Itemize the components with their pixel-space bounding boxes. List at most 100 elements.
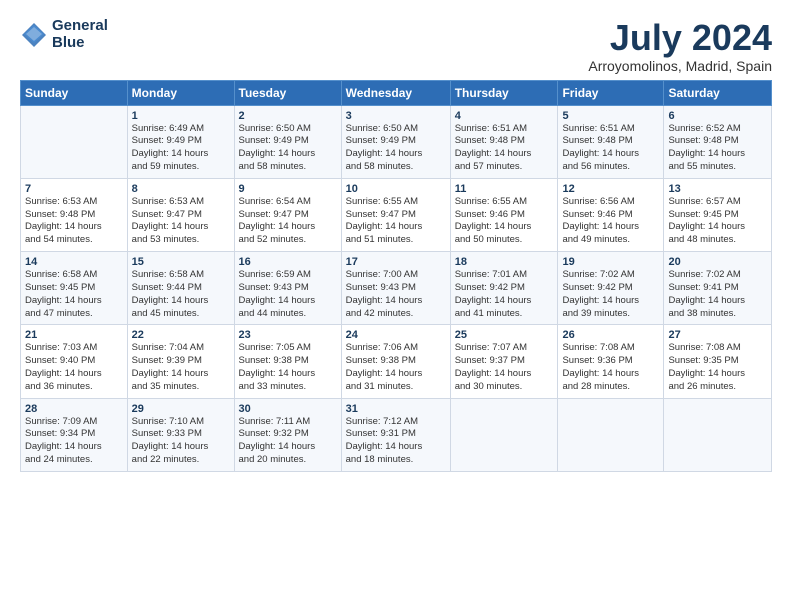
day-cell: 10Sunrise: 6:55 AM Sunset: 9:47 PM Dayli… bbox=[341, 178, 450, 251]
day-number: 2 bbox=[239, 110, 337, 122]
day-number: 24 bbox=[346, 329, 446, 341]
day-info: Sunrise: 6:50 AM Sunset: 9:49 PM Dayligh… bbox=[239, 123, 337, 174]
day-info: Sunrise: 6:58 AM Sunset: 9:44 PM Dayligh… bbox=[132, 269, 230, 320]
day-cell: 5Sunrise: 6:51 AM Sunset: 9:48 PM Daylig… bbox=[558, 105, 664, 178]
logo-text: General Blue bbox=[52, 18, 108, 51]
day-number: 17 bbox=[346, 256, 446, 268]
day-cell: 7Sunrise: 6:53 AM Sunset: 9:48 PM Daylig… bbox=[21, 178, 128, 251]
day-number: 6 bbox=[668, 110, 767, 122]
day-info: Sunrise: 6:54 AM Sunset: 9:47 PM Dayligh… bbox=[239, 196, 337, 247]
day-cell: 23Sunrise: 7:05 AM Sunset: 9:38 PM Dayli… bbox=[234, 325, 341, 398]
week-row-2: 7Sunrise: 6:53 AM Sunset: 9:48 PM Daylig… bbox=[21, 178, 772, 251]
day-cell bbox=[450, 398, 558, 471]
day-number: 3 bbox=[346, 110, 446, 122]
day-number: 10 bbox=[346, 183, 446, 195]
day-number: 18 bbox=[455, 256, 554, 268]
day-info: Sunrise: 7:08 AM Sunset: 9:36 PM Dayligh… bbox=[562, 342, 659, 393]
day-cell: 22Sunrise: 7:04 AM Sunset: 9:39 PM Dayli… bbox=[127, 325, 234, 398]
day-cell: 21Sunrise: 7:03 AM Sunset: 9:40 PM Dayli… bbox=[21, 325, 128, 398]
day-cell: 24Sunrise: 7:06 AM Sunset: 9:38 PM Dayli… bbox=[341, 325, 450, 398]
day-info: Sunrise: 7:05 AM Sunset: 9:38 PM Dayligh… bbox=[239, 342, 337, 393]
title-block: July 2024 Arroyomolinos, Madrid, Spain bbox=[588, 18, 772, 74]
day-number: 12 bbox=[562, 183, 659, 195]
day-cell: 6Sunrise: 6:52 AM Sunset: 9:48 PM Daylig… bbox=[664, 105, 772, 178]
day-cell: 28Sunrise: 7:09 AM Sunset: 9:34 PM Dayli… bbox=[21, 398, 128, 471]
day-number: 8 bbox=[132, 183, 230, 195]
column-header-tuesday: Tuesday bbox=[234, 80, 341, 105]
day-info: Sunrise: 7:09 AM Sunset: 9:34 PM Dayligh… bbox=[25, 416, 123, 467]
day-cell bbox=[558, 398, 664, 471]
day-cell: 26Sunrise: 7:08 AM Sunset: 9:36 PM Dayli… bbox=[558, 325, 664, 398]
column-header-sunday: Sunday bbox=[21, 80, 128, 105]
day-info: Sunrise: 6:58 AM Sunset: 9:45 PM Dayligh… bbox=[25, 269, 123, 320]
day-number: 16 bbox=[239, 256, 337, 268]
day-info: Sunrise: 6:53 AM Sunset: 9:48 PM Dayligh… bbox=[25, 196, 123, 247]
day-number: 13 bbox=[668, 183, 767, 195]
day-cell: 4Sunrise: 6:51 AM Sunset: 9:48 PM Daylig… bbox=[450, 105, 558, 178]
page: General Blue July 2024 Arroyomolinos, Ma… bbox=[0, 0, 792, 612]
header-row: SundayMondayTuesdayWednesdayThursdayFrid… bbox=[21, 80, 772, 105]
day-info: Sunrise: 6:55 AM Sunset: 9:46 PM Dayligh… bbox=[455, 196, 554, 247]
day-info: Sunrise: 6:53 AM Sunset: 9:47 PM Dayligh… bbox=[132, 196, 230, 247]
week-row-3: 14Sunrise: 6:58 AM Sunset: 9:45 PM Dayli… bbox=[21, 252, 772, 325]
day-info: Sunrise: 7:11 AM Sunset: 9:32 PM Dayligh… bbox=[239, 416, 337, 467]
day-info: Sunrise: 7:04 AM Sunset: 9:39 PM Dayligh… bbox=[132, 342, 230, 393]
day-info: Sunrise: 6:55 AM Sunset: 9:47 PM Dayligh… bbox=[346, 196, 446, 247]
day-number: 29 bbox=[132, 403, 230, 415]
day-info: Sunrise: 7:07 AM Sunset: 9:37 PM Dayligh… bbox=[455, 342, 554, 393]
day-info: Sunrise: 6:59 AM Sunset: 9:43 PM Dayligh… bbox=[239, 269, 337, 320]
column-header-saturday: Saturday bbox=[664, 80, 772, 105]
day-cell bbox=[21, 105, 128, 178]
calendar-title: July 2024 bbox=[588, 18, 772, 58]
day-info: Sunrise: 6:57 AM Sunset: 9:45 PM Dayligh… bbox=[668, 196, 767, 247]
day-cell: 14Sunrise: 6:58 AM Sunset: 9:45 PM Dayli… bbox=[21, 252, 128, 325]
day-info: Sunrise: 7:00 AM Sunset: 9:43 PM Dayligh… bbox=[346, 269, 446, 320]
column-header-friday: Friday bbox=[558, 80, 664, 105]
column-header-wednesday: Wednesday bbox=[341, 80, 450, 105]
day-info: Sunrise: 6:52 AM Sunset: 9:48 PM Dayligh… bbox=[668, 123, 767, 174]
day-cell: 15Sunrise: 6:58 AM Sunset: 9:44 PM Dayli… bbox=[127, 252, 234, 325]
day-number: 20 bbox=[668, 256, 767, 268]
day-number: 31 bbox=[346, 403, 446, 415]
column-header-thursday: Thursday bbox=[450, 80, 558, 105]
day-info: Sunrise: 7:01 AM Sunset: 9:42 PM Dayligh… bbox=[455, 269, 554, 320]
day-number: 9 bbox=[239, 183, 337, 195]
day-cell: 12Sunrise: 6:56 AM Sunset: 9:46 PM Dayli… bbox=[558, 178, 664, 251]
column-header-monday: Monday bbox=[127, 80, 234, 105]
day-cell: 29Sunrise: 7:10 AM Sunset: 9:33 PM Dayli… bbox=[127, 398, 234, 471]
day-number: 26 bbox=[562, 329, 659, 341]
day-number: 11 bbox=[455, 183, 554, 195]
day-number: 4 bbox=[455, 110, 554, 122]
day-cell: 13Sunrise: 6:57 AM Sunset: 9:45 PM Dayli… bbox=[664, 178, 772, 251]
week-row-5: 28Sunrise: 7:09 AM Sunset: 9:34 PM Dayli… bbox=[21, 398, 772, 471]
day-cell: 16Sunrise: 6:59 AM Sunset: 9:43 PM Dayli… bbox=[234, 252, 341, 325]
header: General Blue July 2024 Arroyomolinos, Ma… bbox=[20, 18, 772, 74]
day-number: 27 bbox=[668, 329, 767, 341]
logo: General Blue bbox=[20, 18, 108, 51]
day-number: 15 bbox=[132, 256, 230, 268]
week-row-4: 21Sunrise: 7:03 AM Sunset: 9:40 PM Dayli… bbox=[21, 325, 772, 398]
day-number: 7 bbox=[25, 183, 123, 195]
day-cell: 25Sunrise: 7:07 AM Sunset: 9:37 PM Dayli… bbox=[450, 325, 558, 398]
week-row-1: 1Sunrise: 6:49 AM Sunset: 9:49 PM Daylig… bbox=[21, 105, 772, 178]
day-number: 28 bbox=[25, 403, 123, 415]
day-number: 25 bbox=[455, 329, 554, 341]
day-cell: 31Sunrise: 7:12 AM Sunset: 9:31 PM Dayli… bbox=[341, 398, 450, 471]
day-info: Sunrise: 6:56 AM Sunset: 9:46 PM Dayligh… bbox=[562, 196, 659, 247]
day-info: Sunrise: 7:08 AM Sunset: 9:35 PM Dayligh… bbox=[668, 342, 767, 393]
day-number: 1 bbox=[132, 110, 230, 122]
day-cell: 9Sunrise: 6:54 AM Sunset: 9:47 PM Daylig… bbox=[234, 178, 341, 251]
calendar-subtitle: Arroyomolinos, Madrid, Spain bbox=[588, 58, 772, 74]
day-info: Sunrise: 7:10 AM Sunset: 9:33 PM Dayligh… bbox=[132, 416, 230, 467]
day-cell: 30Sunrise: 7:11 AM Sunset: 9:32 PM Dayli… bbox=[234, 398, 341, 471]
day-cell: 11Sunrise: 6:55 AM Sunset: 9:46 PM Dayli… bbox=[450, 178, 558, 251]
day-cell: 3Sunrise: 6:50 AM Sunset: 9:49 PM Daylig… bbox=[341, 105, 450, 178]
day-cell: 1Sunrise: 6:49 AM Sunset: 9:49 PM Daylig… bbox=[127, 105, 234, 178]
day-number: 14 bbox=[25, 256, 123, 268]
day-cell: 18Sunrise: 7:01 AM Sunset: 9:42 PM Dayli… bbox=[450, 252, 558, 325]
day-number: 21 bbox=[25, 329, 123, 341]
day-number: 22 bbox=[132, 329, 230, 341]
day-cell: 8Sunrise: 6:53 AM Sunset: 9:47 PM Daylig… bbox=[127, 178, 234, 251]
calendar-table: SundayMondayTuesdayWednesdayThursdayFrid… bbox=[20, 80, 772, 472]
day-info: Sunrise: 7:03 AM Sunset: 9:40 PM Dayligh… bbox=[25, 342, 123, 393]
